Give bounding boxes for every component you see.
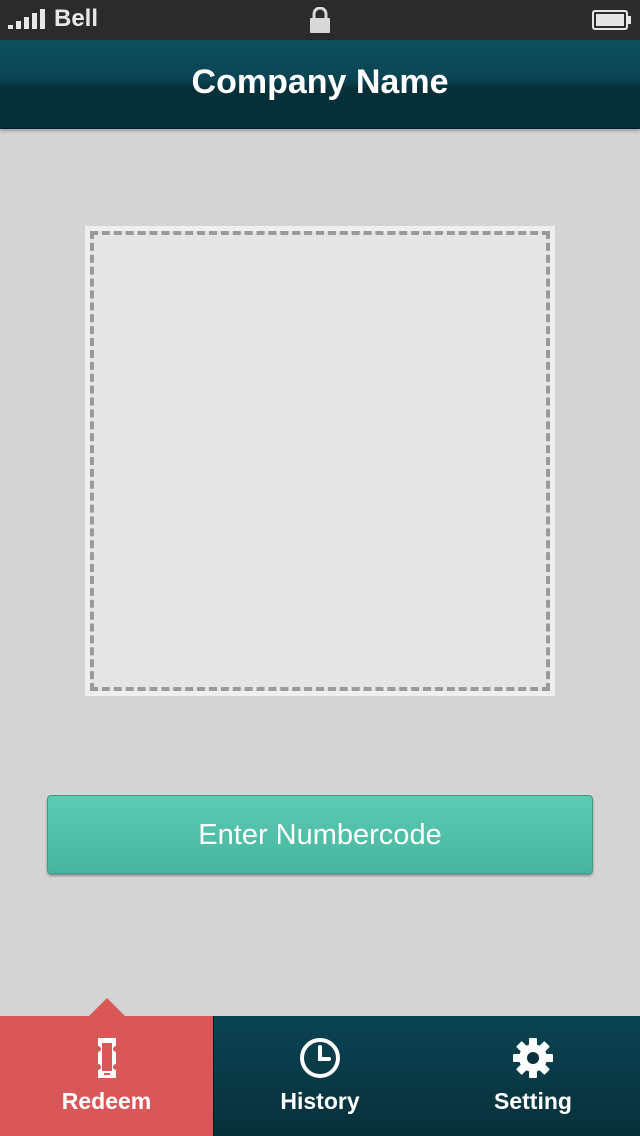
tab-setting-label: Setting (494, 1088, 572, 1114)
carrier-name: Bell (54, 5, 99, 32)
tab-bar: Redeem History Setting (0, 1016, 640, 1136)
active-tab-indicator (89, 998, 125, 1016)
phone-ticket-icon (97, 1038, 116, 1078)
tab-redeem[interactable]: Redeem (0, 1016, 213, 1136)
lock-icon (310, 7, 330, 33)
enter-numbercode-button[interactable]: Enter Numbercode (47, 795, 593, 874)
tab-divider (213, 1016, 214, 1136)
status-bar: Bell (0, 0, 640, 40)
signal-icon (8, 9, 48, 29)
tab-history[interactable]: History (214, 1016, 426, 1136)
nav-bar: Company Name (0, 40, 640, 129)
gear-icon (513, 1038, 553, 1078)
battery-icon (592, 10, 631, 30)
tab-setting[interactable]: Setting (426, 1016, 640, 1136)
page-title: Company Name (191, 63, 449, 101)
clock-icon (300, 1038, 340, 1078)
scan-area[interactable] (85, 226, 555, 696)
tab-history-label: History (280, 1088, 360, 1114)
tab-redeem-label: Redeem (61, 1088, 152, 1114)
scan-area-dashed-frame (90, 231, 550, 691)
